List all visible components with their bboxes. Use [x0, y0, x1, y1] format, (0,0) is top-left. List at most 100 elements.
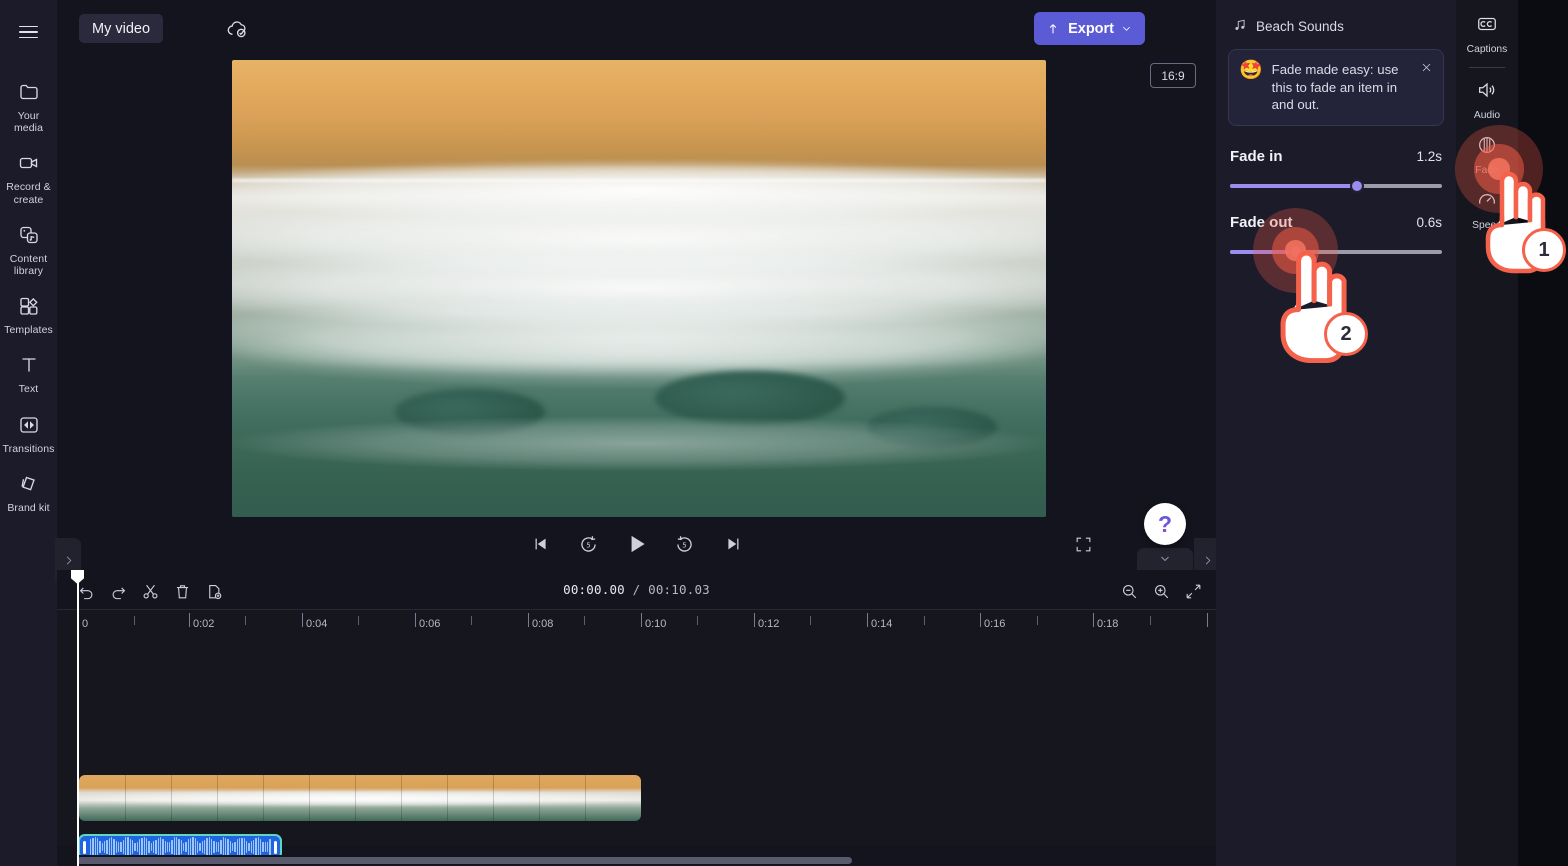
ruler-label: 0:10: [645, 618, 667, 630]
ruler-label: 0:02: [193, 618, 215, 630]
sidebar-item-your-media[interactable]: Your media: [0, 70, 57, 141]
tab-label: Audio: [1473, 110, 1501, 121]
timecode-display: 00:00.00 / 00:10.03: [57, 582, 1216, 597]
export-label: Export: [1068, 20, 1114, 37]
tip-callout: 🤩 Fade made easy: use this to fade an it…: [1228, 49, 1444, 126]
fade-out-label: Fade out: [1230, 213, 1293, 231]
tab-captions[interactable]: Captions: [1456, 6, 1518, 61]
hamburger-menu-icon[interactable]: [9, 12, 49, 52]
folder-icon: [16, 79, 42, 105]
video-camera-icon: [16, 150, 42, 176]
zoom-in-button[interactable]: [1149, 579, 1173, 603]
fade-out-slider-thumb[interactable]: [1288, 244, 1303, 259]
collapse-timeline-button[interactable]: [1137, 548, 1193, 570]
clipchamp-editor: Your media Record & create Content libra…: [0, 0, 1568, 866]
scrollbar-thumb[interactable]: [77, 857, 852, 864]
rewind-5-button[interactable]: 5: [574, 529, 604, 559]
sidebar-item-record-create[interactable]: Record & create: [0, 141, 57, 212]
fade-in-slider[interactable]: [1230, 178, 1442, 193]
timeline-toolbar: 00:00.00 / 00:10.03: [57, 570, 1216, 610]
tab-fade[interactable]: Fade: [1456, 127, 1518, 182]
sidebar-item-label: Text: [18, 383, 39, 396]
fade-out-value: 0.6s: [1416, 214, 1442, 230]
fade-in-value: 1.2s: [1416, 148, 1442, 164]
closed-captions-icon: [1476, 13, 1498, 40]
panel-title: Beach Sounds: [1256, 19, 1344, 34]
sidebar-item-text[interactable]: Text: [0, 343, 57, 402]
fade-in-slider-thumb[interactable]: [1350, 178, 1365, 193]
chevron-down-icon: [1121, 23, 1132, 34]
upload-icon: [1045, 21, 1061, 37]
divider: [1469, 67, 1505, 68]
properties-panel: Beach Sounds 🤩 Fade made easy: use this …: [1216, 0, 1456, 866]
help-label: ?: [1157, 510, 1173, 537]
cloud-saved-icon[interactable]: [225, 16, 250, 41]
outer-background: [1518, 0, 1568, 866]
music-note-icon: [1233, 18, 1247, 35]
sidebar-item-label: Templates: [4, 324, 53, 337]
video-preview[interactable]: [232, 60, 1046, 517]
transitions-icon: [16, 412, 42, 438]
current-time: 00:00.00: [563, 582, 625, 597]
player-controls: 5 5: [57, 518, 1216, 570]
sidebar-item-brand-kit[interactable]: Brand kit: [0, 462, 57, 521]
panel-header: Beach Sounds: [1233, 18, 1444, 35]
text-icon: [16, 352, 42, 378]
aspect-ratio-badge[interactable]: 16:9: [1150, 63, 1196, 88]
fade-out-slider[interactable]: [1230, 244, 1442, 259]
export-button[interactable]: Export: [1034, 12, 1145, 45]
tab-audio[interactable]: Audio: [1456, 72, 1518, 127]
ruler-label: 0:18: [1097, 618, 1119, 630]
fit-to-screen-button[interactable]: [1181, 579, 1205, 603]
sidebar-item-content-library[interactable]: Content library: [0, 213, 57, 284]
timeline: 00:00.00 / 00:10.03 0 0:02 0:04 0:06 0:0…: [57, 570, 1216, 866]
svg-text:5: 5: [682, 541, 686, 549]
content-library-icon: [16, 222, 42, 248]
timeline-horizontal-scrollbar[interactable]: [57, 855, 1216, 866]
total-time: / 00:10.03: [632, 582, 710, 597]
properties-tab-rail: Captions Audio Fade Speed: [1456, 0, 1518, 866]
skip-to-end-button[interactable]: [718, 529, 748, 559]
tab-label: Fade: [1475, 165, 1499, 176]
skip-to-start-button[interactable]: [526, 529, 556, 559]
star-struck-emoji-icon: 🤩: [1239, 60, 1263, 81]
sidebar-item-transitions[interactable]: Transitions: [0, 403, 57, 462]
timeline-ruler[interactable]: 0 0:02 0:04 0:06 0:08 0:10 0:12 0:14 0:1…: [57, 610, 1216, 640]
tab-speed[interactable]: Speed: [1456, 182, 1518, 237]
sidebar-item-templates[interactable]: Templates: [0, 284, 57, 343]
decor-rock: [655, 370, 846, 425]
table-row[interactable]: [79, 775, 641, 821]
ruler-label: 0:06: [419, 618, 441, 630]
zoom-out-button[interactable]: [1117, 579, 1141, 603]
play-button[interactable]: [622, 529, 652, 559]
sidebar-item-label: Transitions: [2, 442, 55, 455]
fade-out-control: Fade out 0.6s: [1228, 214, 1444, 259]
ruler-label: 0:04: [306, 618, 328, 630]
tip-text: Fade made easy: use this to fade an item…: [1271, 62, 1399, 112]
sidebar-item-label: Your media: [13, 110, 44, 135]
ruler-label: 0:12: [758, 618, 780, 630]
left-sidebar: Your media Record & create Content libra…: [0, 0, 57, 866]
tab-label: Captions: [1466, 44, 1508, 55]
ruler-label: 0: [82, 618, 89, 630]
forward-5-button[interactable]: 5: [670, 529, 700, 559]
help-button[interactable]: ?: [1144, 503, 1186, 545]
preview-area: 16:9 5 5 ?: [55, 56, 1220, 582]
speed-icon: [1476, 189, 1498, 216]
tab-label: Speed: [1472, 220, 1502, 231]
svg-text:5: 5: [586, 541, 590, 549]
timeline-tracks[interactable]: [57, 640, 1216, 860]
project-name-field[interactable]: My video: [79, 14, 164, 43]
sidebar-item-label: Brand kit: [7, 501, 50, 514]
top-bar: My video Export: [57, 0, 1216, 56]
fade-in-control: Fade in 1.2s: [1228, 148, 1444, 193]
fullscreen-button[interactable]: [1069, 530, 1097, 558]
templates-icon: [16, 293, 42, 319]
fade-in-label: Fade in: [1230, 147, 1283, 165]
fade-icon: [1476, 134, 1498, 161]
ruler-label: 0:14: [871, 618, 893, 630]
decor-rock: [394, 389, 545, 436]
close-icon[interactable]: [1417, 58, 1435, 76]
brand-kit-icon: [16, 471, 42, 497]
ruler-label: 0:16: [984, 618, 1006, 630]
